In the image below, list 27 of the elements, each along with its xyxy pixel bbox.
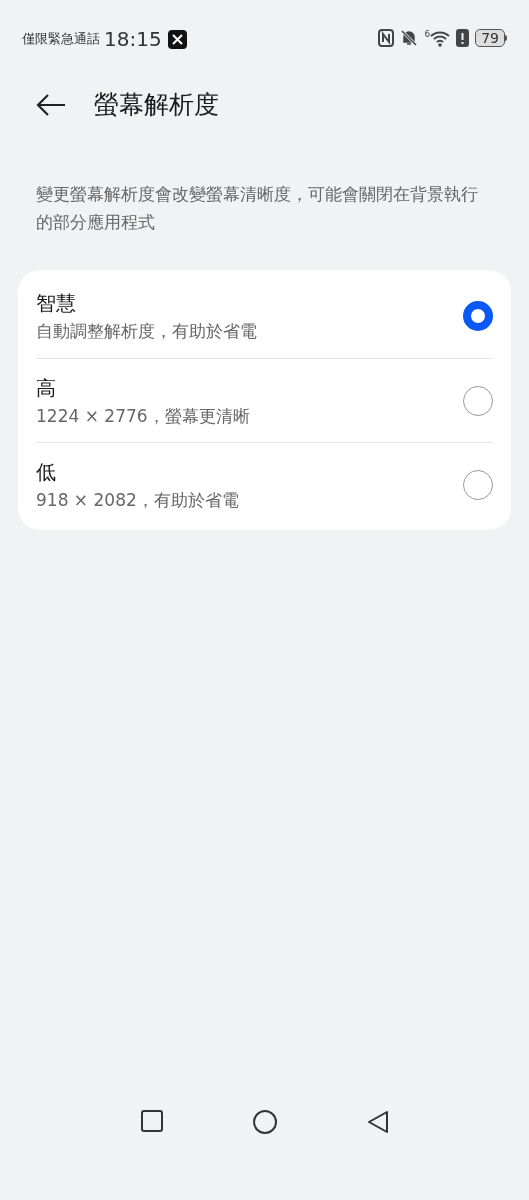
wifi-icon: [430, 29, 451, 47]
radio-button[interactable]: [463, 385, 493, 416]
option-title: 智慧: [36, 290, 77, 317]
description-text: 變更螢幕解析度會改變螢幕清晰度，可能會關閉在背景執行的部分應用程式: [35, 183, 479, 234]
recents-icon[interactable]: [140, 1110, 163, 1132]
resolution-option[interactable]: 低 918 × 2082，有助於省電: [36, 442, 493, 526]
wifi-label: 6: [424, 29, 431, 39]
carrier-text: 僅限緊急通話: [22, 30, 100, 49]
option-title: 低: [36, 458, 57, 486]
home-icon[interactable]: [252, 1110, 277, 1134]
battery-indicator: 79: [475, 29, 505, 47]
back-arrow-icon[interactable]: [36, 93, 66, 117]
option-subtitle: 自動調整解析度，有助於省電: [36, 320, 257, 343]
radio-button[interactable]: [463, 469, 493, 500]
alert-icon: [456, 29, 470, 47]
nfc-icon: [378, 29, 395, 47]
clock: 18:15: [104, 29, 162, 49]
option-subtitle: 918 × 2082，有助於省電: [36, 488, 239, 512]
option-subtitle: 1224 × 2776，螢幕更清晰: [36, 404, 250, 428]
bell-off-icon: [400, 29, 419, 47]
page-title: 螢幕解析度: [94, 89, 219, 122]
back-icon[interactable]: [366, 1110, 389, 1134]
x-app-icon: [167, 29, 187, 49]
resolution-option[interactable]: 高 1224 × 2776，螢幕更清晰: [36, 358, 493, 442]
resolution-option[interactable]: 智慧 自動調整解析度，有助於省電: [36, 274, 493, 358]
option-title: 高: [36, 374, 57, 402]
radio-button[interactable]: [463, 301, 493, 331]
